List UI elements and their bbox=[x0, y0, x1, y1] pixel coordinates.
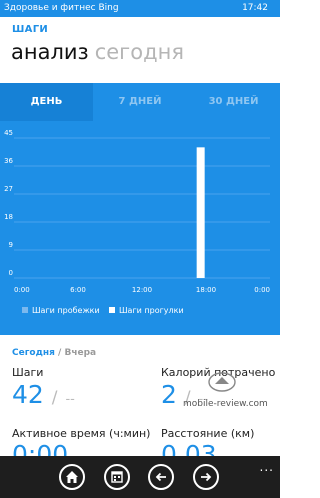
legend-running: Шаги пробежки bbox=[22, 306, 100, 315]
next-button[interactable] bbox=[193, 464, 219, 490]
steps-label: Шаги bbox=[12, 366, 44, 379]
filter-separator: / bbox=[58, 348, 62, 358]
distance-label: Расстояние (км) bbox=[161, 427, 255, 440]
pivot-header: анализ сегодня bbox=[11, 40, 184, 64]
forward-arrow-icon bbox=[201, 472, 212, 482]
status-bar: Здоровье и фитнес Bing 17:42 bbox=[0, 0, 280, 17]
legend-swatch-walking bbox=[109, 307, 115, 313]
legend-label-running: Шаги пробежки bbox=[32, 306, 100, 315]
tab-7-days[interactable]: 7 ДНЕЙ bbox=[93, 83, 187, 121]
watermark: mobile-review.com bbox=[183, 399, 268, 409]
pivot-item-today[interactable]: сегодня bbox=[95, 40, 184, 64]
y-tick-label: 36 bbox=[4, 157, 13, 165]
x-tick-label: 0:00 bbox=[14, 286, 30, 294]
tab-30-days[interactable]: 30 ДНЕЙ bbox=[187, 83, 280, 121]
steps-count: 42 bbox=[12, 380, 44, 409]
range-tabs: ДЕНЬ 7 ДНЕЙ 30 ДНЕЙ bbox=[0, 83, 280, 121]
home-icon bbox=[66, 471, 78, 483]
filter-today[interactable]: Сегодня bbox=[12, 348, 55, 358]
filter-yesterday[interactable]: Вчера bbox=[64, 348, 96, 358]
chart-bar bbox=[196, 147, 205, 278]
chart-panel: ДЕНЬ 7 ДНЕЙ 30 ДНЕЙ 0 9 18 27 36 45 0:00 6:00 12… bbox=[0, 83, 280, 335]
calendar-button[interactable] bbox=[104, 464, 130, 490]
pivot-item-analysis[interactable]: анализ bbox=[11, 40, 89, 64]
y-tick-label: 9 bbox=[9, 241, 13, 249]
back-arrow-icon bbox=[155, 472, 166, 482]
y-tick-label: 45 bbox=[4, 129, 13, 137]
steps-chart: 0 9 18 27 36 45 0:00 6:00 12:00 18:00 0:00 bbox=[4, 129, 270, 294]
legend-walking: Шаги прогулки bbox=[109, 306, 184, 315]
steps-goal: -- bbox=[65, 392, 75, 407]
section-title: ШАГИ bbox=[12, 24, 49, 35]
home-button[interactable] bbox=[59, 464, 85, 490]
app-name: Здоровье и фитнес Bing bbox=[4, 3, 119, 13]
legend-swatch-running bbox=[22, 307, 28, 313]
tab-day[interactable]: ДЕНЬ bbox=[0, 83, 93, 121]
more-button[interactable]: ... bbox=[260, 460, 274, 474]
steps-value: 42 / -- bbox=[12, 380, 75, 409]
y-tick-label: 18 bbox=[4, 213, 13, 221]
clock: 17:42 bbox=[242, 3, 268, 13]
calories-count: 2 bbox=[161, 380, 177, 409]
x-tick-label: 18:00 bbox=[196, 286, 216, 294]
x-tick-label: 6:00 bbox=[70, 286, 86, 294]
legend-label-walking: Шаги прогулки bbox=[119, 306, 184, 315]
watermark-logo-icon bbox=[208, 372, 236, 392]
y-tick-label: 0 bbox=[9, 269, 13, 277]
steps-slash: / bbox=[51, 388, 58, 408]
active-time-label: Активное время (ч:мин) bbox=[12, 427, 151, 440]
app-bar: ... bbox=[0, 456, 280, 498]
calendar-icon bbox=[111, 471, 123, 483]
previous-button[interactable] bbox=[148, 464, 174, 490]
x-tick-label: 0:00 bbox=[254, 286, 270, 294]
date-filter: Сегодня / Вчера bbox=[12, 348, 96, 358]
x-tick-label: 12:00 bbox=[132, 286, 152, 294]
y-tick-label: 27 bbox=[4, 185, 13, 193]
